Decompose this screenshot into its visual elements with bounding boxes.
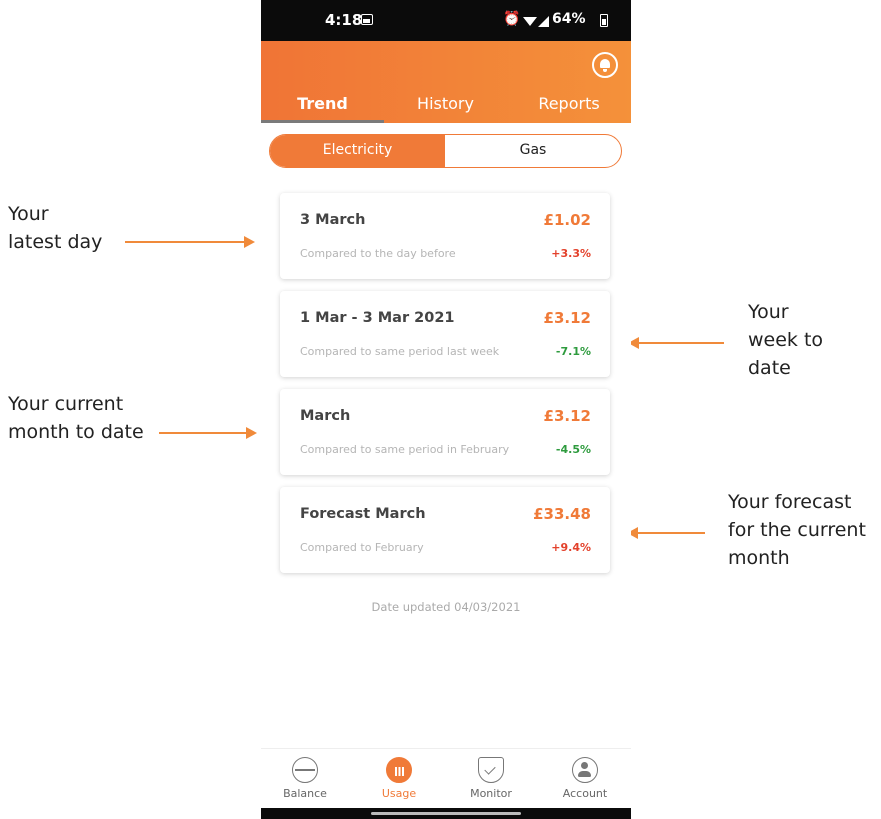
usage-card-latest-day[interactable]: 3 March £1.02 Compared to the day before… bbox=[280, 193, 610, 279]
signal-icon bbox=[538, 16, 549, 27]
gas-toggle-button[interactable]: Gas bbox=[445, 135, 621, 167]
nav-account[interactable]: Account bbox=[545, 757, 625, 800]
alarm-icon: ⏰ bbox=[503, 11, 521, 27]
image-icon bbox=[361, 14, 373, 25]
card-change: +9.4% bbox=[551, 541, 591, 554]
card-comparison: Compared to same period last week bbox=[300, 345, 500, 358]
card-amount: £3.12 bbox=[543, 407, 591, 425]
nav-usage[interactable]: Usage bbox=[359, 757, 439, 800]
date-updated-text: Date updated 04/03/2021 bbox=[371, 600, 521, 614]
nav-label: Usage bbox=[381, 787, 417, 800]
annotation-line: for the current bbox=[728, 519, 866, 541]
card-comparison: Compared to the day before bbox=[300, 247, 456, 260]
nav-monitor[interactable]: Monitor bbox=[451, 757, 531, 800]
card-title: Forecast March bbox=[300, 506, 426, 522]
arrow-month-to-date bbox=[159, 427, 257, 439]
monitor-icon bbox=[478, 757, 504, 783]
annotation-line: Your current bbox=[8, 393, 124, 415]
phone-screen: 4:18 ⏰ 64% Trend History Reports Electri… bbox=[261, 0, 631, 819]
annotation-month-to-date: Your current month to date bbox=[8, 390, 144, 446]
usage-card-forecast[interactable]: Forecast March £33.48 Compared to Februa… bbox=[280, 487, 610, 573]
arrow-latest-day bbox=[125, 236, 255, 248]
card-title: 3 March bbox=[300, 212, 366, 228]
annotation-line: month to date bbox=[8, 421, 144, 443]
annotation-forecast: Your forecast for the current month bbox=[728, 488, 866, 572]
nav-balance[interactable]: Balance bbox=[265, 757, 345, 800]
card-amount: £33.48 bbox=[533, 505, 591, 523]
fuel-toggle: Electricity Gas bbox=[269, 134, 622, 168]
annotation-line: month bbox=[728, 547, 790, 569]
battery-percent: 64% bbox=[552, 11, 586, 27]
card-amount: £1.02 bbox=[543, 211, 591, 229]
active-tab-indicator bbox=[261, 120, 384, 123]
annotation-latest-day: Your latest day bbox=[8, 200, 102, 256]
balance-icon bbox=[292, 757, 318, 783]
arrow-forecast bbox=[627, 527, 705, 539]
nav-label: Balance bbox=[283, 787, 327, 800]
card-change: +3.3% bbox=[551, 247, 591, 260]
wifi-icon bbox=[523, 17, 537, 26]
card-title: 1 Mar - 3 Mar 2021 bbox=[300, 310, 455, 326]
app-header: Trend History Reports bbox=[261, 41, 631, 123]
card-title: March bbox=[300, 408, 351, 424]
nav-label: Monitor bbox=[470, 787, 512, 800]
card-change: -4.5% bbox=[555, 443, 591, 456]
card-comparison: Compared to same period in February bbox=[300, 443, 510, 456]
annotation-line: week to bbox=[748, 329, 824, 351]
usage-icon bbox=[386, 757, 412, 783]
battery-icon bbox=[600, 14, 608, 27]
annotation-line: date bbox=[748, 357, 791, 379]
annotation-line: Your bbox=[8, 203, 49, 225]
tab-history[interactable]: History bbox=[384, 94, 507, 113]
usage-card-month-to-date[interactable]: March £3.12 Compared to same period in F… bbox=[280, 389, 610, 475]
tab-reports[interactable]: Reports bbox=[507, 94, 631, 113]
annotation-week-to-date: Your week to date bbox=[748, 298, 823, 382]
bottom-navigation: Balance Usage Monitor Account bbox=[261, 748, 631, 809]
status-bar: 4:18 ⏰ 64% bbox=[261, 0, 631, 41]
gesture-bar bbox=[261, 808, 631, 819]
bell-icon[interactable] bbox=[592, 52, 618, 78]
card-amount: £3.12 bbox=[543, 309, 591, 327]
account-icon bbox=[572, 757, 598, 783]
annotation-line: Your forecast bbox=[728, 491, 852, 513]
annotation-line: Your bbox=[748, 301, 789, 323]
tab-trend[interactable]: Trend bbox=[261, 94, 384, 113]
card-comparison: Compared to February bbox=[300, 541, 424, 554]
nav-label: Account bbox=[562, 787, 608, 800]
electricity-toggle-button[interactable]: Electricity bbox=[270, 135, 445, 167]
arrow-week-to-date bbox=[628, 337, 724, 349]
usage-card-week-to-date[interactable]: 1 Mar - 3 Mar 2021 £3.12 Compared to sam… bbox=[280, 291, 610, 377]
status-time: 4:18 bbox=[325, 11, 363, 29]
card-change: -7.1% bbox=[555, 345, 591, 358]
annotation-line: latest day bbox=[8, 231, 103, 253]
